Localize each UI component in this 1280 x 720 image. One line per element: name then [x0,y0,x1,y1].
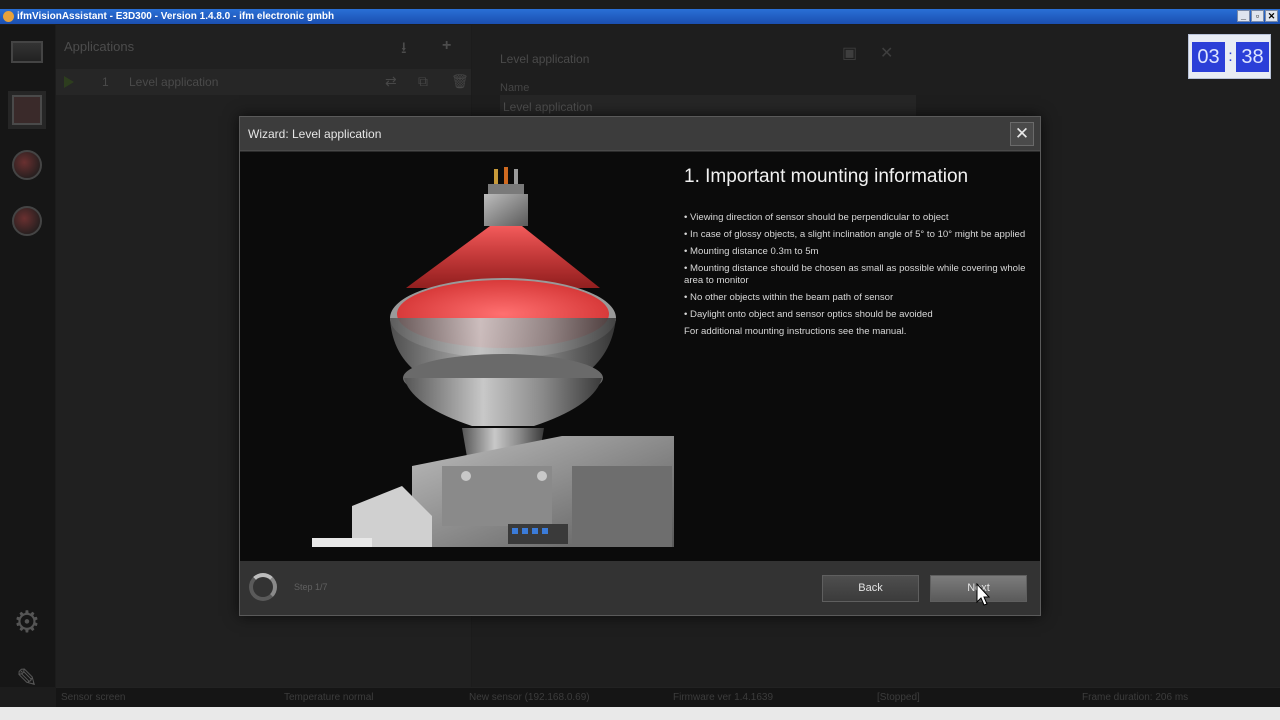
sensor-info-icon [12,206,42,236]
back-button[interactable]: Back [822,575,919,602]
maximize-button[interactable]: ▫ [1251,10,1264,22]
applications-header: Applications [64,39,135,54]
download-icon[interactable]: ⭳ [401,37,407,64]
left-nav: ⚙ ✎ [0,25,55,693]
sensor-icon [12,150,42,180]
info-item: • Mounting distance 0.3m to 5m [684,246,819,257]
play-icon[interactable] [64,76,74,88]
info-item: • Daylight onto object and sensor optics… [684,309,933,320]
close-editor-icon[interactable]: ✕ [880,43,893,63]
manual-note: For additional mounting instructions see… [684,326,907,337]
recording-timer: 03 : 38 [1188,34,1271,79]
nav-monitor-button[interactable] [8,33,46,71]
taskbar-strip [0,707,1280,720]
nav-settings-button[interactable]: ⚙ [8,603,46,641]
status-state: [Stopped] [877,692,920,703]
status-sensor: New sensor (192.168.0.69) [469,692,590,703]
wizard-dialog: Wizard: Level application ✕ 1. Important… [239,116,1041,616]
step-indicator: Step 1/7 [294,582,328,592]
mounting-illustration [312,167,674,547]
name-label: Name [500,82,530,94]
nav-sensor-info-button[interactable] [8,202,46,240]
gear-icon: ⚙ [13,605,41,639]
add-icon[interactable]: + [442,37,451,55]
save-icon[interactable]: ▣ [842,43,857,63]
nav-sensor-button[interactable] [8,146,46,184]
application-number: 1 [102,75,109,89]
nav-applications-button[interactable] [8,91,46,129]
editor-title: Level application [500,52,590,66]
info-item: • In case of glossy objects, a slight in… [684,229,1026,240]
timer-seconds: 38 [1236,41,1269,72]
wizard-body: 1. Important mounting information • View… [240,152,1040,561]
timer-separator: : [1228,47,1233,65]
copy-icon[interactable]: ⧉ [418,73,428,90]
application-row[interactable]: 1 Level application ⇄ ⧉ 🗑 [56,69,471,95]
application-icon [12,95,42,125]
wizard-heading: 1. Important mounting information [684,166,969,187]
monitor-icon [11,41,43,63]
status-frame-duration: Frame duration: 206 ms [1082,692,1189,703]
transfer-icon[interactable]: ⇄ [385,73,397,90]
tools-icon: ✎ [16,662,38,693]
status-firmware: Firmware ver 1.4.1639 [673,692,774,703]
status-temperature: Temperature normal [284,692,374,703]
info-item: • Viewing direction of sensor should be … [684,212,949,223]
wizard-footer: Step 1/7 Back Next [240,561,1040,615]
info-item: • No other objects within the beam path … [684,292,894,303]
close-window-button[interactable]: ✕ [1265,10,1278,22]
window-titlebar: ifmVisionAssistant - E3D300 - Version 1.… [0,9,1280,24]
progress-spinner-icon [249,573,277,601]
window-controls: _ ▫ ✕ [1237,10,1278,22]
delete-icon[interactable]: 🗑 [451,73,469,90]
mounting-info-list: • Viewing direction of sensor should be … [684,212,1032,343]
app-logo-icon [3,11,14,22]
wizard-title: Wizard: Level application [248,127,382,141]
status-bar: Sensor screen Temperature normal New sen… [56,687,1280,707]
status-screen: Sensor screen [61,692,126,703]
mouse-cursor-icon [976,583,991,606]
wizard-header: Wizard: Level application ✕ [240,117,1040,151]
nav-tools-button[interactable]: ✎ [8,659,46,697]
close-wizard-button[interactable]: ✕ [1010,122,1034,146]
info-item: • Mounting distance should be chosen as … [684,263,1026,286]
window-title: ifmVisionAssistant - E3D300 - Version 1.… [17,11,335,22]
application-name: Level application [129,75,219,89]
minimize-button[interactable]: _ [1237,10,1250,22]
app-window: ifmVisionAssistant - E3D300 - Version 1.… [0,0,1280,720]
timer-minutes: 03 [1192,41,1225,72]
